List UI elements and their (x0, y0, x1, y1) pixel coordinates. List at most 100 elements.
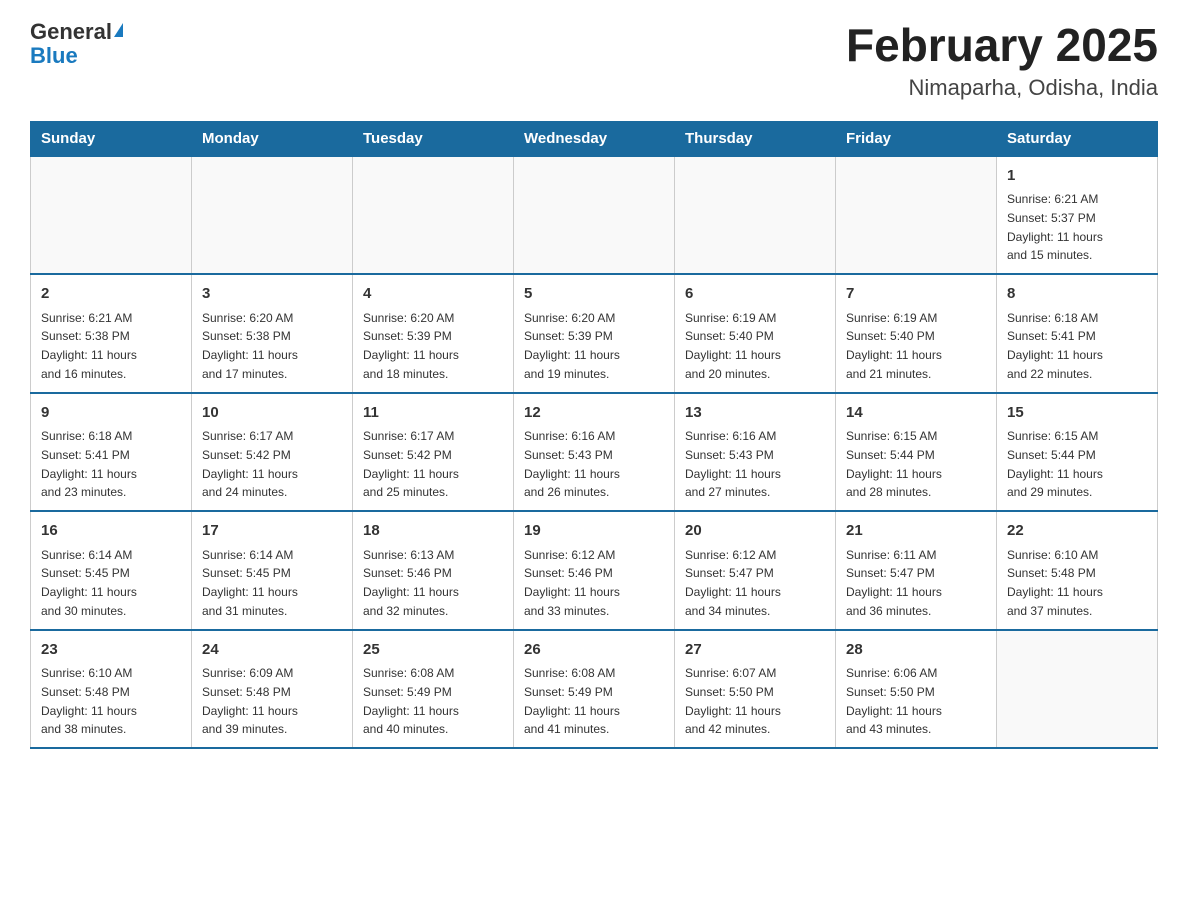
calendar-cell: 7Sunrise: 6:19 AMSunset: 5:40 PMDaylight… (836, 274, 997, 393)
day-info: Sunrise: 6:16 AMSunset: 5:43 PMDaylight:… (685, 429, 781, 499)
day-number: 9 (41, 402, 181, 425)
header: General Blue February 2025 Nimaparha, Od… (30, 20, 1158, 101)
calendar-cell (997, 630, 1158, 749)
day-number: 15 (1007, 402, 1147, 425)
day-info: Sunrise: 6:19 AMSunset: 5:40 PMDaylight:… (846, 311, 942, 381)
header-cell-tuesday: Tuesday (353, 121, 514, 156)
header-cell-wednesday: Wednesday (514, 121, 675, 156)
calendar-cell: 11Sunrise: 6:17 AMSunset: 5:42 PMDayligh… (353, 393, 514, 512)
calendar-cell: 12Sunrise: 6:16 AMSunset: 5:43 PMDayligh… (514, 393, 675, 512)
calendar-cell (31, 156, 192, 275)
title-area: February 2025 Nimaparha, Odisha, India (846, 20, 1158, 101)
calendar-cell: 1 Sunrise: 6:21 AMSunset: 5:37 PMDaylight… (997, 156, 1158, 275)
calendar-cell (514, 156, 675, 275)
calendar-cell: 22 Sunrise: 6:10 AMSunset: 5:48 PMDayligh… (997, 511, 1158, 630)
week-row-0: 1 Sunrise: 6:21 AMSunset: 5:37 PMDaylight… (31, 156, 1158, 275)
day-number: 2 (41, 283, 181, 306)
day-info: Sunrise: 6:17 AMSunset: 5:42 PMDaylight:… (202, 429, 298, 499)
logo: General Blue (30, 20, 123, 68)
day-number: 3 (202, 283, 342, 306)
day-number: 26 (524, 639, 664, 662)
day-number: 4 (363, 283, 503, 306)
day-number: 28 (846, 639, 986, 662)
day-number: 8 (1007, 283, 1147, 306)
day-number: 24 (202, 639, 342, 662)
week-row-4: 23Sunrise: 6:10 AMSunset: 5:48 PMDayligh… (31, 630, 1158, 749)
location-title: Nimaparha, Odisha, India (846, 75, 1158, 101)
header-row: SundayMondayTuesdayWednesdayThursdayFrid… (31, 121, 1158, 156)
day-info: Sunrise: 6:06 AMSunset: 5:50 PMDaylight:… (846, 666, 942, 736)
day-info: Sunrise: 6:15 AMSunset: 5:44 PMDaylight:… (846, 429, 942, 499)
day-number: 16 (41, 520, 181, 543)
day-number: 22 (1007, 520, 1147, 543)
day-info: Sunrise: 6:08 AMSunset: 5:49 PMDaylight:… (524, 666, 620, 736)
day-info: Sunrise: 6:18 AMSunset: 5:41 PMDaylight:… (1007, 311, 1103, 381)
day-number: 6 (685, 283, 825, 306)
day-number: 25 (363, 639, 503, 662)
calendar-cell: 10 Sunrise: 6:17 AMSunset: 5:42 PMDayligh… (192, 393, 353, 512)
calendar-cell (353, 156, 514, 275)
day-number: 20 (685, 520, 825, 543)
day-info: Sunrise: 6:07 AMSunset: 5:50 PMDaylight:… (685, 666, 781, 736)
calendar-cell: 6 Sunrise: 6:19 AMSunset: 5:40 PMDaylight… (675, 274, 836, 393)
day-info: Sunrise: 6:15 AMSunset: 5:44 PMDaylight:… (1007, 429, 1103, 499)
day-number: 27 (685, 639, 825, 662)
day-info: Sunrise: 6:14 AMSunset: 5:45 PMDaylight:… (202, 548, 298, 618)
day-number: 10 (202, 402, 342, 425)
header-cell-friday: Friday (836, 121, 997, 156)
day-info: Sunrise: 6:13 AMSunset: 5:46 PMDaylight:… (363, 548, 459, 618)
calendar-cell: 20 Sunrise: 6:12 AMSunset: 5:47 PMDayligh… (675, 511, 836, 630)
calendar-cell: 13 Sunrise: 6:16 AMSunset: 5:43 PMDayligh… (675, 393, 836, 512)
day-info: Sunrise: 6:20 AMSunset: 5:39 PMDaylight:… (524, 311, 620, 381)
header-cell-thursday: Thursday (675, 121, 836, 156)
day-info: Sunrise: 6:10 AMSunset: 5:48 PMDaylight:… (41, 666, 137, 736)
calendar-cell: 21 Sunrise: 6:11 AMSunset: 5:47 PMDayligh… (836, 511, 997, 630)
day-number: 14 (846, 402, 986, 425)
day-number: 5 (524, 283, 664, 306)
month-title: February 2025 (846, 20, 1158, 71)
calendar-cell: 8 Sunrise: 6:18 AMSunset: 5:41 PMDaylight… (997, 274, 1158, 393)
day-info: Sunrise: 6:18 AMSunset: 5:41 PMDaylight:… (41, 429, 137, 499)
calendar-cell: 27 Sunrise: 6:07 AMSunset: 5:50 PMDayligh… (675, 630, 836, 749)
header-cell-sunday: Sunday (31, 121, 192, 156)
calendar-cell: 24 Sunrise: 6:09 AMSunset: 5:48 PMDayligh… (192, 630, 353, 749)
calendar-cell (192, 156, 353, 275)
calendar-cell: 9 Sunrise: 6:18 AMSunset: 5:41 PMDaylight… (31, 393, 192, 512)
calendar-table: SundayMondayTuesdayWednesdayThursdayFrid… (30, 121, 1158, 750)
day-info: Sunrise: 6:08 AMSunset: 5:49 PMDaylight:… (363, 666, 459, 736)
day-number: 19 (524, 520, 664, 543)
day-info: Sunrise: 6:12 AMSunset: 5:46 PMDaylight:… (524, 548, 620, 618)
day-number: 13 (685, 402, 825, 425)
calendar-cell (675, 156, 836, 275)
logo-triangle-icon (114, 23, 123, 37)
day-info: Sunrise: 6:16 AMSunset: 5:43 PMDaylight:… (524, 429, 620, 499)
day-info: Sunrise: 6:21 AMSunset: 5:38 PMDaylight:… (41, 311, 137, 381)
day-info: Sunrise: 6:11 AMSunset: 5:47 PMDaylight:… (846, 548, 942, 618)
calendar-cell: 19 Sunrise: 6:12 AMSunset: 5:46 PMDayligh… (514, 511, 675, 630)
day-number: 11 (363, 402, 503, 425)
calendar-cell: 16Sunrise: 6:14 AMSunset: 5:45 PMDayligh… (31, 511, 192, 630)
calendar-cell: 26 Sunrise: 6:08 AMSunset: 5:49 PMDayligh… (514, 630, 675, 749)
week-row-3: 16 Sunrise: 6:14 AMSunset: 5:45 PMDayligh… (31, 511, 1158, 630)
day-info: Sunrise: 6:19 AMSunset: 5:40 PMDaylight:… (685, 311, 781, 381)
calendar-cell: 23Sunrise: 6:10 AMSunset: 5:48 PMDayligh… (31, 630, 192, 749)
day-info: Sunrise: 6:12 AMSunset: 5:47 PMDaylight:… (685, 548, 781, 618)
logo-blue-text: Blue (30, 44, 78, 68)
calendar-cell: 4 Sunrise: 6:20 AMSunset: 5:39 PMDaylight… (353, 274, 514, 393)
day-number: 1 (1007, 165, 1147, 188)
calendar-cell: 17 Sunrise: 6:14 AMSunset: 5:45 PMDayligh… (192, 511, 353, 630)
day-info: Sunrise: 6:20 AMSunset: 5:39 PMDaylight:… (363, 311, 459, 381)
logo-general-text: General (30, 20, 112, 44)
calendar-cell: 28 Sunrise: 6:06 AMSunset: 5:50 PMDayligh… (836, 630, 997, 749)
calendar-cell: 15 Sunrise: 6:15 AMSunset: 5:44 PMDayligh… (997, 393, 1158, 512)
calendar-cell: 2 Sunrise: 6:21 AMSunset: 5:38 PMDaylight… (31, 274, 192, 393)
calendar-cell: 18Sunrise: 6:13 AMSunset: 5:46 PMDayligh… (353, 511, 514, 630)
day-number: 21 (846, 520, 986, 543)
day-info: Sunrise: 6:21 AMSunset: 5:37 PMDaylight:… (1007, 192, 1103, 262)
day-info: Sunrise: 6:09 AMSunset: 5:48 PMDaylight:… (202, 666, 298, 736)
day-number: 17 (202, 520, 342, 543)
day-info: Sunrise: 6:10 AMSunset: 5:48 PMDaylight:… (1007, 548, 1103, 618)
calendar-cell (836, 156, 997, 275)
day-info: Sunrise: 6:20 AMSunset: 5:38 PMDaylight:… (202, 311, 298, 381)
week-row-2: 9 Sunrise: 6:18 AMSunset: 5:41 PMDaylight… (31, 393, 1158, 512)
